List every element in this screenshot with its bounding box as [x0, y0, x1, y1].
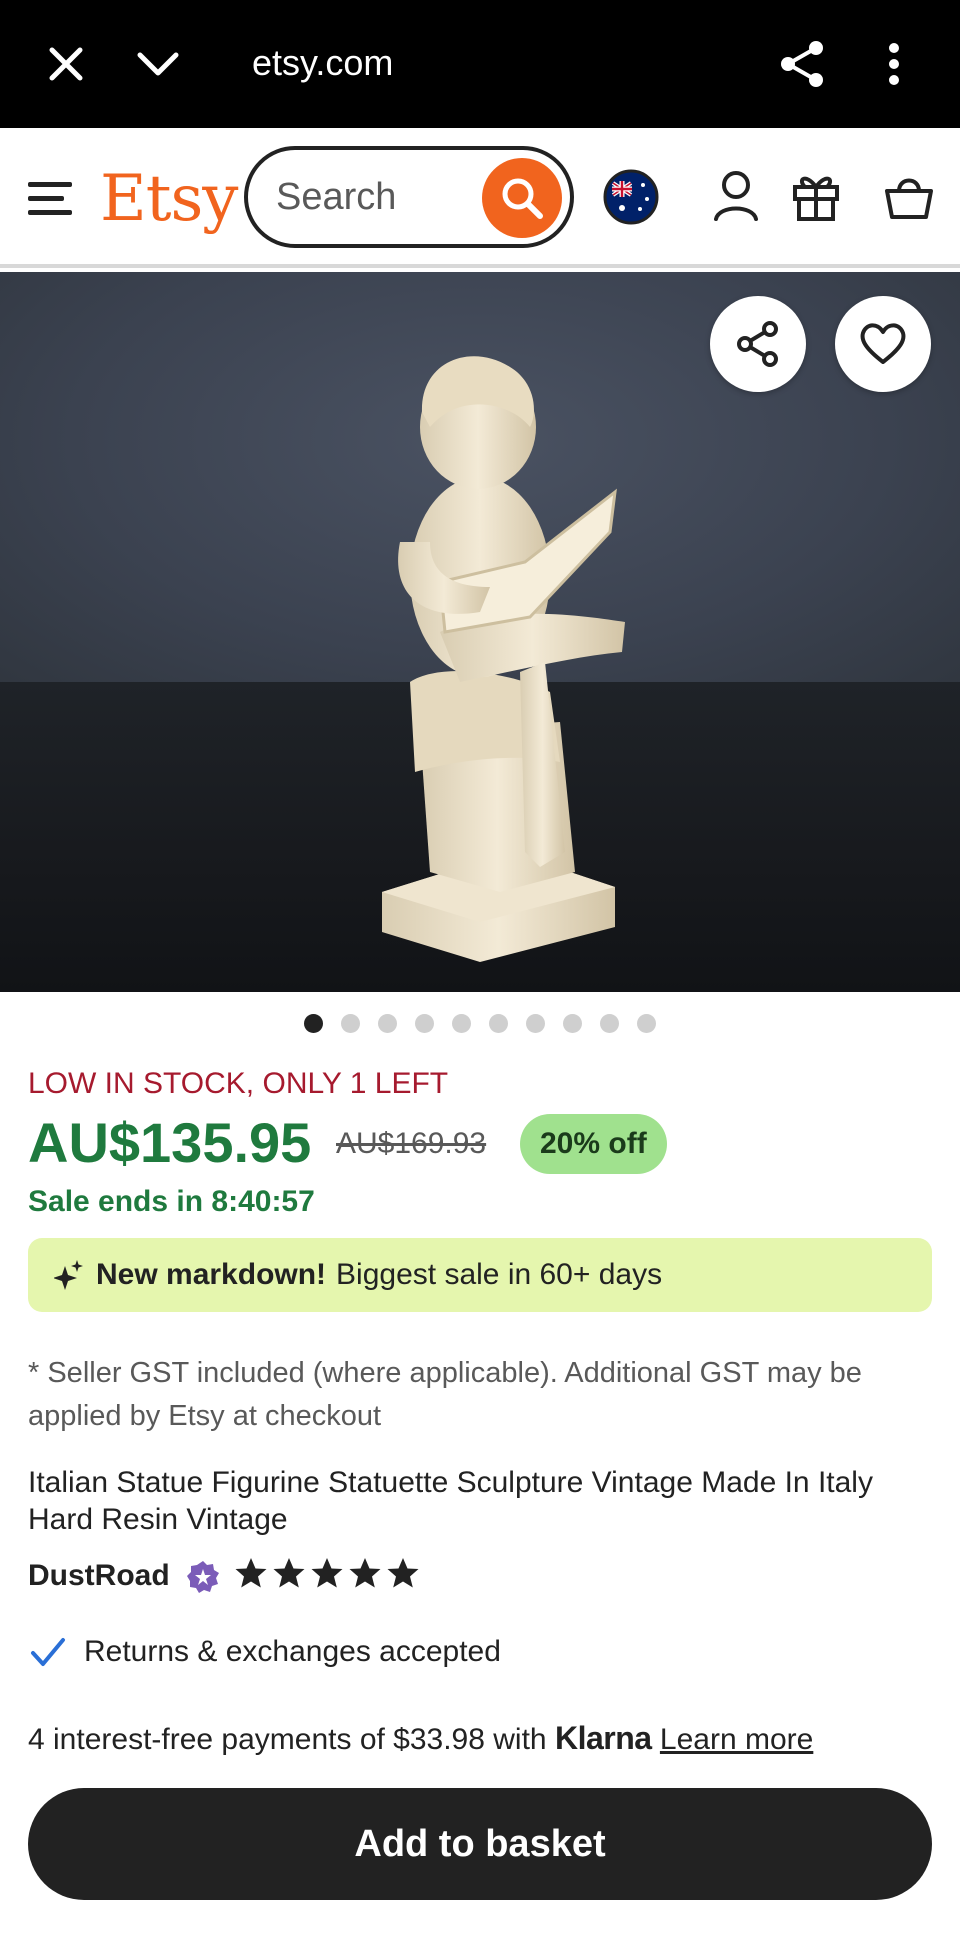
pager-dot[interactable]	[637, 1014, 656, 1033]
learn-more-link[interactable]: Learn more	[660, 1723, 813, 1756]
product-image[interactable]	[0, 272, 960, 992]
star-icon	[273, 1558, 305, 1588]
returns-policy: Returns & exchanges accepted	[84, 1635, 501, 1668]
star-icon	[311, 1558, 343, 1588]
pager-dot[interactable]	[489, 1014, 508, 1033]
star-icon	[387, 1558, 419, 1588]
seller-name[interactable]: DustRoad	[28, 1556, 170, 1596]
share-image-button[interactable]	[710, 296, 806, 392]
search-input[interactable]: Search	[244, 146, 574, 248]
star-icon	[349, 1558, 381, 1588]
gift-icon[interactable]	[790, 166, 842, 226]
pager-dot[interactable]	[452, 1014, 471, 1033]
gst-note: * Seller GST included (where applicable)…	[28, 1357, 862, 1432]
chevron-down-icon[interactable]	[128, 34, 188, 94]
favorite-button[interactable]	[835, 296, 931, 392]
etsy-logo[interactable]: Etsy	[100, 164, 238, 234]
sale-countdown: Sale ends in 8:40:57	[28, 1185, 315, 1218]
pager-dot[interactable]	[415, 1014, 434, 1033]
basket-icon[interactable]	[882, 168, 936, 226]
checkmark-icon	[31, 1638, 65, 1666]
discount-badge: 20% off	[520, 1114, 667, 1174]
share-icon	[737, 321, 778, 367]
share-icon[interactable]	[772, 34, 832, 94]
search-icon	[502, 178, 543, 219]
markdown-title: New markdown!	[96, 1258, 327, 1291]
statue-figure	[382, 356, 625, 962]
browser-toolbar: etsy.com	[0, 0, 960, 128]
sale-price: AU$135.95	[28, 1111, 312, 1174]
search-button[interactable]	[482, 158, 562, 238]
pager-dot[interactable]	[563, 1014, 582, 1033]
pager-dot[interactable]	[378, 1014, 397, 1033]
url-text[interactable]: etsy.com	[252, 38, 393, 88]
pager-dot[interactable]	[341, 1014, 360, 1033]
pager-dot[interactable]	[304, 1014, 323, 1033]
markdown-banner: New markdown! Biggest sale in 60+ days	[28, 1238, 932, 1312]
search-placeholder: Search	[276, 176, 397, 218]
menu-icon[interactable]	[26, 174, 74, 222]
heart-icon	[860, 323, 906, 364]
stock-notice: LOW IN STOCK, ONLY 1 LEFT	[28, 1067, 449, 1100]
australia-flag-icon[interactable]	[602, 168, 660, 226]
listing-title: Italian Statue Figurine Statuette Sculpt…	[28, 1466, 873, 1536]
pager-dot[interactable]	[526, 1014, 545, 1033]
site-header: Etsy Search	[0, 128, 960, 268]
klarna-payments: 4 interest-free payments of $33.98 with …	[28, 1718, 813, 1760]
star-icon	[235, 1558, 267, 1588]
klarna-logo: Klarna	[554, 1720, 652, 1756]
klarna-text: 4 interest-free payments of $33.98 with	[28, 1723, 547, 1756]
pager-dot[interactable]	[600, 1014, 619, 1033]
sparkle-icon	[54, 1260, 83, 1290]
close-icon[interactable]	[36, 34, 96, 94]
rating-stars	[234, 1556, 420, 1590]
markdown-text: Biggest sale in 60+ days	[336, 1258, 663, 1291]
star-seller-badge-icon	[187, 1561, 219, 1593]
more-vert-icon[interactable]	[864, 34, 924, 94]
original-price: AU$169.93	[336, 1127, 487, 1160]
image-pager[interactable]	[0, 1014, 960, 1038]
add-to-basket-button[interactable]: Add to basket	[28, 1788, 932, 1900]
account-icon[interactable]	[710, 166, 762, 226]
